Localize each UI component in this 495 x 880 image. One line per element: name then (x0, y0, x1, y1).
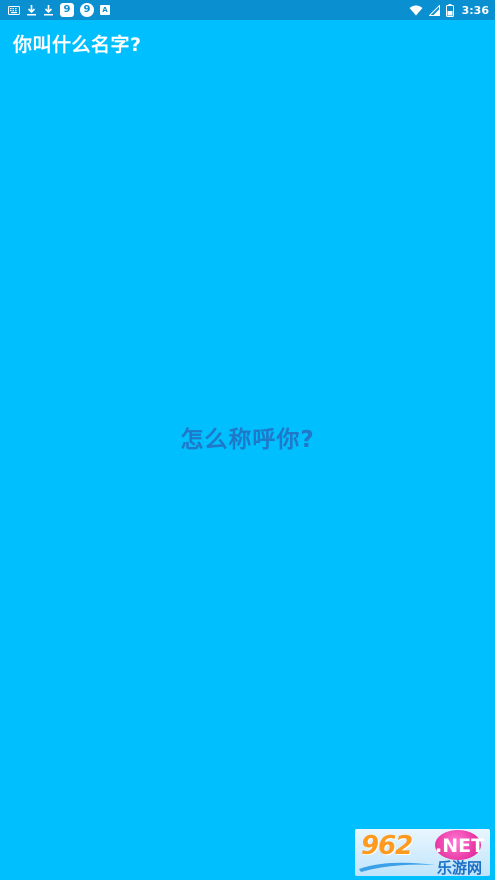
signal-icon (428, 3, 440, 17)
status-bar-system: 3:36 (409, 0, 489, 20)
page-title: 你叫什么名字? (13, 33, 142, 56)
watermark-name: 乐游网 (437, 859, 483, 876)
name-prompt: 怎么称呼你? (180, 427, 315, 453)
app-9-icon: 9 (80, 3, 94, 17)
status-bar: 9 9 A 3:36 (0, 0, 495, 20)
download-icon (26, 3, 37, 17)
app-bar: 你叫什么名字? (0, 20, 495, 66)
status-bar-notifications: 9 9 A (8, 0, 110, 20)
watermark-logo: 962 .NET 乐游网 (355, 829, 490, 876)
watermark-suffix: .NET (435, 835, 485, 857)
battery-icon (445, 3, 454, 17)
keyboard-icon (8, 3, 20, 17)
app-9-icon: 9 (60, 3, 74, 17)
watermark-number: 962 (361, 831, 413, 861)
download-icon (43, 3, 54, 17)
watermark-swoosh-icon (359, 862, 435, 872)
a-icon: A (100, 5, 110, 15)
wifi-icon (409, 3, 423, 17)
status-time: 3:36 (461, 3, 489, 17)
